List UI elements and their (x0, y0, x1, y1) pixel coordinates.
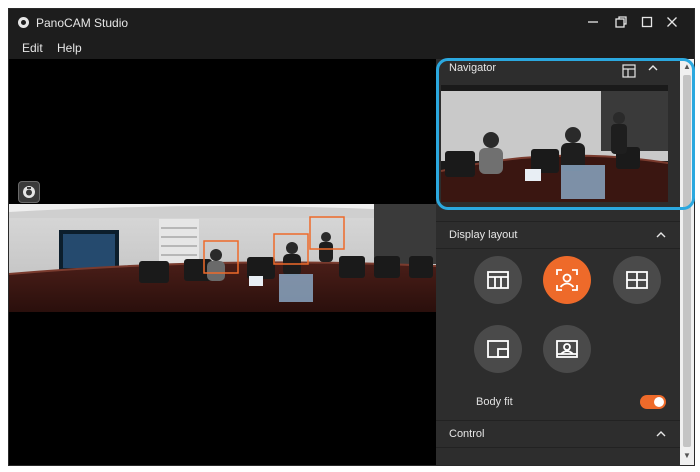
maximize-icon (641, 16, 653, 28)
menu-bar: Edit Help (9, 37, 694, 59)
body-fit-toggle[interactable] (640, 395, 666, 409)
display-layout-label: Display layout (449, 229, 518, 241)
layout-presenter-button[interactable] (543, 325, 591, 373)
grid-layout-icon (626, 271, 648, 289)
display-layout-header[interactable]: Display layout (436, 221, 680, 249)
navigator-highlight-frame (436, 58, 695, 210)
speaker-focus-icon (556, 269, 578, 291)
restore-icon (615, 16, 627, 28)
picture-in-picture-icon (487, 340, 509, 358)
chevron-up-icon[interactable] (654, 228, 668, 242)
layout-grid-button[interactable] (613, 256, 661, 304)
chevron-up-icon[interactable] (654, 427, 668, 441)
body-fit-label: Body fit (476, 396, 513, 408)
main-video-view (9, 59, 436, 465)
app-logo-icon (18, 17, 29, 28)
panoramic-video-feed (9, 204, 436, 312)
camera-control-button[interactable] (18, 181, 40, 203)
close-icon (667, 17, 677, 27)
menu-help[interactable]: Help (57, 41, 82, 55)
minimize-icon (588, 21, 598, 23)
layout-panorama-button[interactable] (474, 256, 522, 304)
window-title: PanoCAM Studio (36, 16, 129, 30)
layout-picture-in-picture-button[interactable] (474, 325, 522, 373)
scroll-down-icon[interactable]: ▼ (682, 451, 692, 461)
camera-icon (23, 186, 35, 198)
title-bar: PanoCAM Studio (9, 9, 694, 37)
presenter-icon (556, 340, 578, 358)
close-button[interactable] (661, 13, 683, 33)
layout-speaker-focus-button[interactable] (543, 256, 591, 304)
minimize-button[interactable] (582, 13, 604, 33)
control-header[interactable]: Control (436, 420, 680, 448)
panorama-layout-icon (487, 271, 509, 289)
menu-edit[interactable]: Edit (22, 41, 43, 55)
control-label: Control (449, 428, 485, 440)
maximize-button[interactable] (636, 13, 658, 33)
restore-button[interactable] (610, 13, 632, 33)
